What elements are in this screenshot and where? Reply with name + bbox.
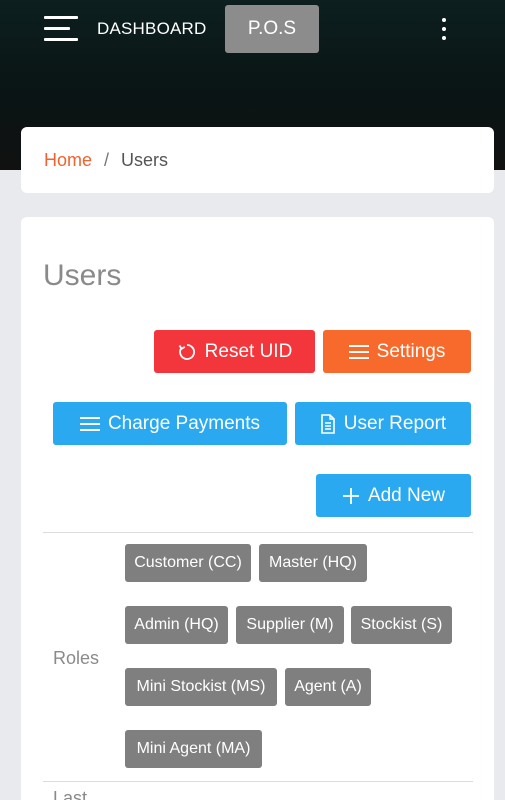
role-chip-supplier[interactable]: Supplier (M) [236, 606, 344, 644]
reset-uid-button[interactable]: Reset UID [154, 330, 315, 373]
role-chip-stockist[interactable]: Stockist (S) [351, 606, 452, 644]
settings-button[interactable]: Settings [323, 330, 471, 373]
role-chip-admin[interactable]: Admin (HQ) [125, 606, 228, 644]
top-navbar: DASHBOARD P.O.S [0, 0, 505, 58]
roles-label: Roles [53, 648, 100, 668]
users-card: Users Reset UID Settings Charge Payments… [21, 217, 494, 800]
role-chip-mini-agent[interactable]: Mini Agent (MA) [125, 730, 262, 768]
add-new-label: Add New [367, 484, 446, 506]
divider [43, 781, 473, 782]
last-label: Last [53, 788, 88, 800]
role-chip-master[interactable]: Master (HQ) [259, 544, 367, 582]
divider [43, 532, 473, 533]
list-icon [348, 344, 369, 359]
refresh-icon [177, 342, 197, 362]
user-report-label: User Report [343, 412, 447, 434]
page-title: Users [43, 259, 122, 292]
dashboard-title[interactable]: DASHBOARD [97, 19, 207, 39]
user-report-button[interactable]: User Report [295, 402, 471, 445]
list-icon [79, 416, 100, 431]
settings-label: Settings [376, 340, 446, 362]
kebab-icon[interactable] [436, 16, 452, 42]
document-icon [320, 413, 336, 434]
add-new-button[interactable]: Add New [316, 474, 471, 517]
pos-button[interactable]: P.O.S [225, 5, 319, 53]
role-chip-mini-stockist[interactable]: Mini Stockist (MS) [125, 668, 277, 706]
plus-icon [342, 487, 360, 505]
breadcrumb: Home / Users [21, 127, 494, 193]
role-chip-agent[interactable]: Agent (A) [285, 668, 371, 706]
charge-payments-button[interactable]: Charge Payments [53, 402, 287, 445]
breadcrumb-separator: / [104, 149, 110, 170]
reset-uid-label: Reset UID [204, 340, 293, 362]
breadcrumb-current: Users [121, 149, 169, 170]
role-chip-customer[interactable]: Customer (CC) [125, 544, 251, 582]
hamburger-icon[interactable] [44, 14, 78, 42]
charge-payments-label: Charge Payments [107, 412, 261, 434]
breadcrumb-home-link[interactable]: Home [44, 150, 92, 171]
